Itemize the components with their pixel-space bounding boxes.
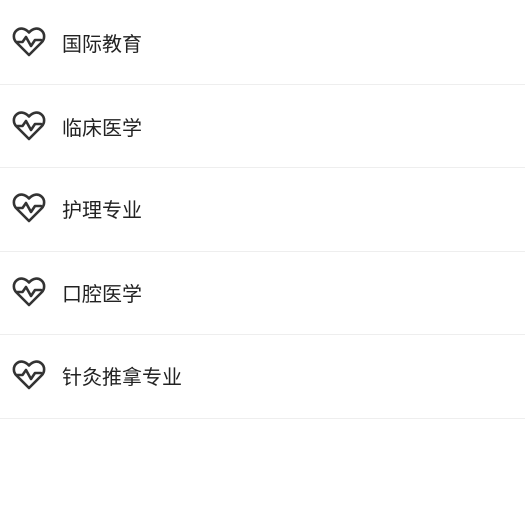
list-item-label: 国际教育 xyxy=(62,32,142,56)
heart-pulse-icon xyxy=(12,192,46,224)
list-item-stomatology[interactable]: 口腔医学 xyxy=(0,252,525,335)
major-list: 国际教育 临床医学 护理专业 口腔医学 针灸推拿专业 xyxy=(0,0,525,419)
list-item-label: 护理专业 xyxy=(62,198,142,222)
list-item-clinical-medicine[interactable]: 临床医学 xyxy=(0,85,525,168)
list-item-nursing[interactable]: 护理专业 xyxy=(0,168,525,252)
heart-pulse-icon xyxy=(12,359,46,391)
heart-pulse-icon xyxy=(12,110,46,142)
list-item-acupuncture-massage[interactable]: 针灸推拿专业 xyxy=(0,335,525,419)
list-item-label: 临床医学 xyxy=(62,116,142,140)
list-item-label: 口腔医学 xyxy=(62,282,142,306)
heart-pulse-icon xyxy=(12,276,46,308)
list-item-label: 针灸推拿专业 xyxy=(62,365,182,389)
heart-pulse-icon xyxy=(12,26,46,58)
list-item-international-education[interactable]: 国际教育 xyxy=(0,0,525,85)
